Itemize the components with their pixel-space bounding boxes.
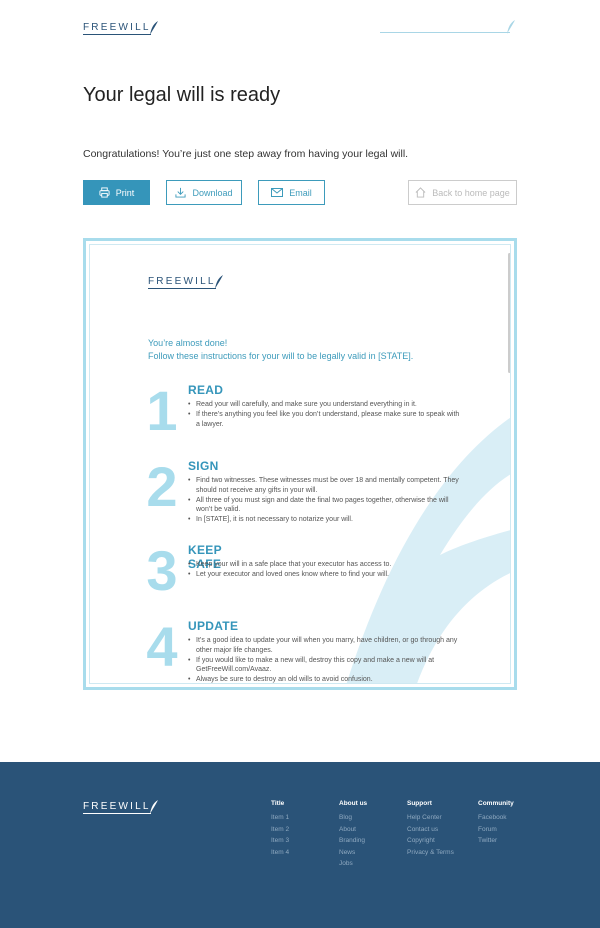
header-divider bbox=[380, 32, 510, 33]
footer-link[interactable]: Branding bbox=[339, 837, 367, 844]
step-list: Read your will carefully, and make sure … bbox=[188, 400, 463, 429]
footer-column-heading: Title bbox=[271, 800, 285, 807]
step-list: Find two witnesses. These witnesses must… bbox=[188, 476, 463, 525]
footer-link[interactable]: Blog bbox=[339, 814, 367, 821]
email-label: Email bbox=[289, 187, 312, 198]
footer-link[interactable]: Item 1 bbox=[271, 814, 289, 821]
list-item: In [STATE], it is not necessary to notar… bbox=[188, 515, 463, 525]
print-label: Print bbox=[115, 187, 135, 198]
download-button[interactable]: Download bbox=[166, 180, 242, 205]
list-item: If you would like to make a new will, de… bbox=[188, 656, 463, 676]
page-title: Your legal will is ready bbox=[83, 84, 281, 106]
step-list: It’s a good idea to update your will whe… bbox=[188, 636, 463, 683]
footer-link[interactable]: Item 4 bbox=[271, 849, 289, 856]
footer-column-heading: About us bbox=[339, 800, 368, 807]
feather-icon bbox=[149, 21, 158, 35]
will-preview[interactable]: FREEWILL You’re almost done! Follow thes… bbox=[83, 238, 517, 690]
footer-column-heading: Community bbox=[478, 800, 514, 807]
intro-line-1: You’re almost done! bbox=[148, 338, 228, 348]
will-document: FREEWILL You’re almost done! Follow thes… bbox=[89, 244, 511, 684]
footer-link[interactable]: Facebook bbox=[478, 814, 514, 821]
list-item: All three of you must sign and date the … bbox=[188, 496, 463, 516]
step-number: 4 bbox=[146, 615, 178, 678]
freewill-logo[interactable]: FREEWILL bbox=[83, 21, 159, 35]
back-home-label: Back to home page bbox=[432, 187, 510, 198]
footer-link[interactable]: News bbox=[339, 849, 367, 856]
download-icon bbox=[175, 187, 187, 198]
footer-link[interactable]: Help Center bbox=[407, 814, 454, 821]
step-title: READ bbox=[188, 383, 224, 397]
footer-link[interactable]: Copyright bbox=[407, 837, 454, 844]
step-number: 3 bbox=[146, 539, 178, 602]
footer-link[interactable]: Item 3 bbox=[271, 837, 289, 844]
preview-scrollbar[interactable] bbox=[508, 253, 510, 373]
list-item: If there’s anything you feel like you do… bbox=[188, 410, 463, 430]
intro-line-2: Follow these instructions for your will … bbox=[148, 351, 414, 361]
logo-text: FREEWILL bbox=[83, 801, 151, 814]
step-number: 1 bbox=[146, 379, 178, 442]
feather-icon bbox=[214, 275, 223, 289]
email-button[interactable]: Email bbox=[258, 180, 325, 205]
footer-link[interactable]: Privacy & Terms bbox=[407, 849, 454, 856]
footer-column-about: About us Blog About Branding News Jobs bbox=[339, 800, 367, 872]
footer-column-title: Title Item 1 Item 2 Item 3 Item 4 bbox=[271, 800, 289, 860]
list-item: Keep your will in a safe place that your… bbox=[188, 560, 463, 570]
mail-icon bbox=[271, 188, 284, 197]
footer-column-support: Support Help Center Contact us Copyright… bbox=[407, 800, 454, 860]
footer-link[interactable]: Forum bbox=[478, 826, 514, 833]
feather-icon bbox=[507, 20, 515, 34]
document-intro: You’re almost done! Follow these instruc… bbox=[148, 337, 413, 363]
footer-link[interactable]: Jobs bbox=[339, 860, 367, 867]
footer-logo[interactable]: FREEWILL bbox=[83, 800, 159, 814]
list-item: Always be sure to destroy an old wills t… bbox=[188, 675, 463, 683]
page-subtitle: Congratulations! You’re just one step aw… bbox=[83, 148, 409, 160]
document-logo: FREEWILL bbox=[148, 275, 224, 289]
footer-link[interactable]: Contact us bbox=[407, 826, 454, 833]
step-title: UPDATE bbox=[188, 619, 239, 633]
footer-link[interactable]: Twitter bbox=[478, 837, 514, 844]
site-footer: FREEWILL Title Item 1 Item 2 Item 3 Item… bbox=[0, 762, 600, 928]
list-item: Find two witnesses. These witnesses must… bbox=[188, 476, 463, 496]
back-home-button[interactable]: Back to home page bbox=[408, 180, 517, 205]
list-item: Read your will carefully, and make sure … bbox=[188, 400, 463, 410]
step-title: SIGN bbox=[188, 459, 219, 473]
logo-text: FREEWILL bbox=[83, 22, 151, 35]
home-icon bbox=[415, 187, 426, 198]
logo-text: FREEWILL bbox=[148, 276, 216, 289]
step-number: 2 bbox=[146, 455, 178, 518]
footer-column-community: Community Facebook Forum Twitter bbox=[478, 800, 514, 849]
list-item: Let your executor and loved ones know wh… bbox=[188, 570, 463, 580]
download-label: Download bbox=[192, 187, 233, 198]
list-item: It’s a good idea to update your will whe… bbox=[188, 636, 463, 656]
printer-icon bbox=[99, 187, 110, 198]
step-list: Keep your will in a safe place that your… bbox=[188, 560, 463, 580]
footer-link[interactable]: About bbox=[339, 826, 367, 833]
footer-column-heading: Support bbox=[407, 800, 432, 807]
footer-link[interactable]: Item 2 bbox=[271, 826, 289, 833]
print-button[interactable]: Print bbox=[83, 180, 150, 205]
feather-icon bbox=[149, 800, 158, 814]
